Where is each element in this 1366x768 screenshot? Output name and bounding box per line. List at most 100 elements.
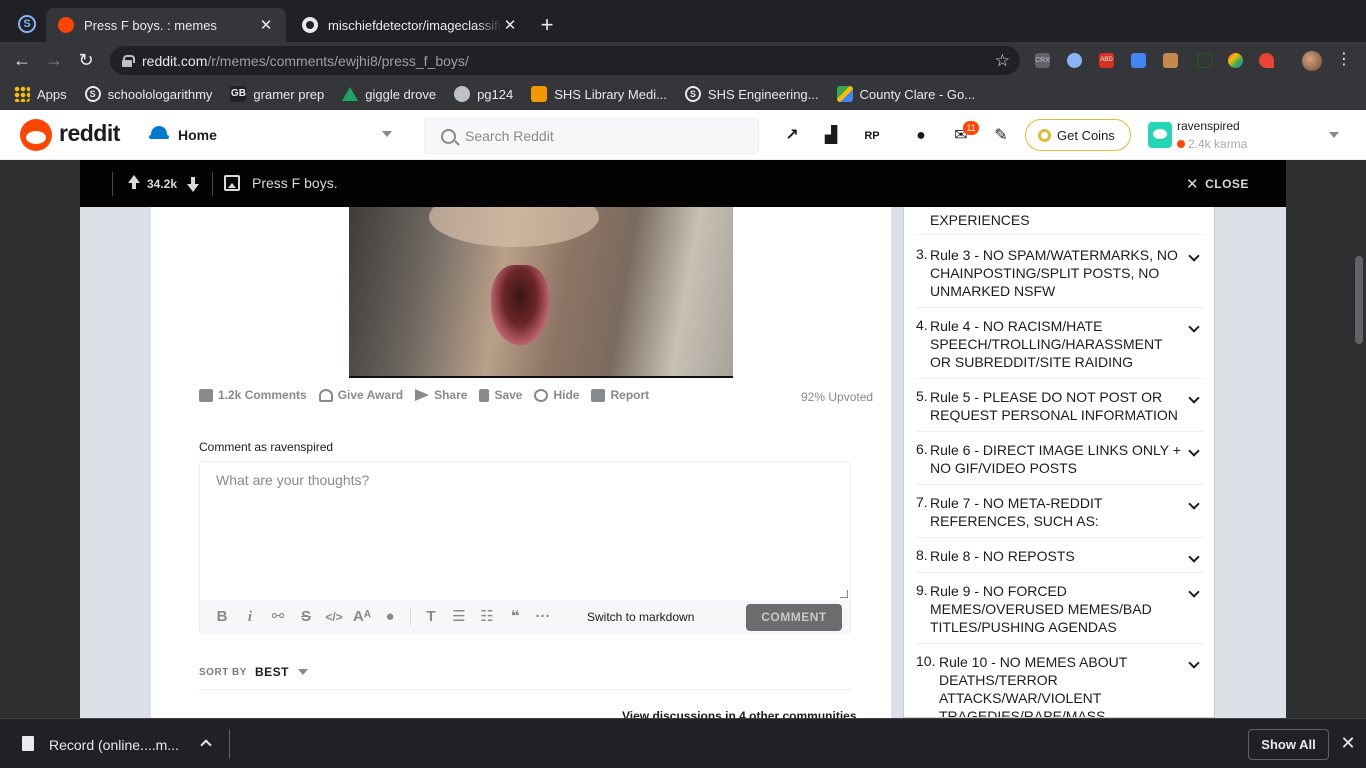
tab-close-icon[interactable]: ✕ — [258, 16, 274, 34]
chevron-down-icon[interactable] — [382, 131, 392, 137]
rule-item[interactable]: 6. Rule 6 - DIRECT IMAGE LINKS ONLY + NO… — [916, 441, 1204, 485]
home-dropdown-label[interactable]: Home — [178, 127, 217, 143]
bookmark-shs-library[interactable]: SHS Library Medi... — [531, 86, 667, 102]
profile-s-icon[interactable]: S — [18, 15, 36, 33]
chevron-down-icon[interactable] — [1188, 321, 1200, 333]
close-button[interactable]: ✕ CLOSE — [1186, 175, 1249, 193]
bookmark-star-icon[interactable]: ☆ — [995, 51, 1010, 71]
red-extension-icon[interactable] — [1259, 53, 1274, 68]
box-extension-icon[interactable] — [1163, 53, 1178, 68]
reddit-wordmark[interactable]: reddit — [59, 120, 120, 147]
page-scrollbar[interactable] — [1352, 160, 1366, 718]
chevron-up-icon[interactable] — [200, 739, 212, 751]
create-post-icon[interactable]: ✎ — [990, 125, 1012, 147]
strikethrough-icon[interactable]: S — [292, 606, 320, 628]
chevron-down-icon[interactable] — [1188, 551, 1200, 563]
profile-avatar[interactable] — [1302, 51, 1322, 71]
switch-to-markdown-link[interactable]: Switch to markdown — [587, 610, 694, 624]
chevron-down-icon[interactable] — [1188, 586, 1200, 598]
sort-value[interactable]: BEST — [255, 665, 289, 679]
address-bar[interactable]: reddit.com/r/memes/comments/ewjhi8/press… — [110, 46, 1020, 75]
bookmark-shs-engineering[interactable]: S SHS Engineering... — [684, 86, 819, 102]
hide-button[interactable]: Hide — [534, 388, 579, 402]
bookmark-schoolologarithmy[interactable]: Sschoolologarithmy — [84, 86, 212, 102]
comment-textarea[interactable] — [200, 462, 850, 600]
italic-icon[interactable]: i — [236, 606, 264, 628]
bookmark-county-clare[interactable]: County Clare - Go... — [836, 86, 975, 102]
heading-icon[interactable]: T — [417, 606, 445, 628]
code-icon[interactable]: </> — [320, 606, 348, 628]
chevron-down-icon[interactable] — [1188, 657, 1200, 669]
leaf-extension-icon[interactable] — [1197, 53, 1212, 68]
chevron-down-icon[interactable] — [1188, 392, 1200, 404]
rule-item[interactable]: EXPERIENCES — [916, 211, 1204, 235]
rule-item[interactable]: 9. Rule 9 - NO FORCED MEMES/OVERUSED MEM… — [916, 582, 1204, 644]
search-input[interactable] — [465, 128, 745, 144]
bookmark-gramer-prep[interactable]: GB gramer prep — [230, 86, 324, 102]
rule-item[interactable]: 10. Rule 10 - NO MEMES ABOUT DEATHS/TERR… — [916, 653, 1204, 717]
url-text[interactable]: reddit.com/r/memes/comments/ewjhi8/press… — [142, 53, 995, 69]
sort-selector[interactable]: SORT BY BEST — [199, 665, 308, 679]
get-coins-button[interactable]: Get Coins — [1025, 119, 1131, 151]
post-image[interactable] — [349, 207, 733, 378]
reload-icon[interactable]: ↻ — [74, 48, 98, 72]
more-icon[interactable]: ··· — [529, 606, 557, 628]
numbered-list-icon[interactable]: ☷ — [473, 606, 501, 628]
abd-extension-icon[interactable]: ABD — [1099, 53, 1114, 68]
comment-button[interactable]: COMMENT — [746, 604, 842, 631]
reddit-logo-icon[interactable] — [20, 119, 52, 151]
forward-arrow-icon[interactable]: → — [42, 48, 66, 72]
bookmark-giggle-drove[interactable]: giggle drove — [342, 87, 436, 102]
link-icon[interactable]: ⚯ — [264, 606, 292, 628]
tab-extension-icon[interactable] — [1131, 53, 1146, 68]
chat-icon[interactable]: ● — [910, 125, 932, 147]
chevron-down-icon[interactable] — [1188, 498, 1200, 510]
owl-extension-icon[interactable] — [1067, 53, 1082, 68]
bookmark-apps[interactable]: Apps — [14, 86, 67, 102]
new-tab-plus-icon[interactable]: + — [536, 12, 558, 38]
username[interactable]: ravenspired — [1177, 119, 1240, 133]
rule-item[interactable]: 8. Rule 8 - NO REPOSTS — [916, 547, 1204, 573]
quote-icon[interactable]: ❝ — [501, 606, 529, 628]
comments-button[interactable]: 1.2k Comments — [199, 388, 307, 402]
bulleted-list-icon[interactable]: ☰ — [445, 606, 473, 628]
bold-icon[interactable]: B — [208, 606, 236, 628]
chrome-menu-icon[interactable]: ⋮ — [1336, 50, 1352, 70]
other-communities-link[interactable]: View discussions in 4 other communities — [622, 709, 857, 718]
back-arrow-icon[interactable]: ← — [10, 48, 34, 72]
search-box[interactable] — [424, 118, 759, 154]
trending-icon[interactable]: ↗ — [781, 125, 803, 147]
rpan-icon[interactable]: RP — [861, 125, 883, 147]
share-button[interactable]: Share — [415, 388, 467, 402]
give-award-button[interactable]: Give Award — [318, 388, 403, 402]
tab-reddit[interactable]: Press F boys. : memes ✕ — [46, 8, 286, 42]
report-button[interactable]: Report — [591, 388, 649, 402]
leaderboard-icon[interactable]: ▟ — [820, 125, 842, 147]
bookmark-pg124[interactable]: pg124 — [454, 86, 513, 102]
downvote-arrow-icon[interactable] — [187, 184, 199, 192]
rule-item[interactable]: 3. Rule 3 - NO SPAM/WATERMARKS, NO CHAIN… — [916, 246, 1204, 308]
rule-item[interactable]: 5. Rule 5 - PLEASE DO NOT POST OR REQUES… — [916, 388, 1204, 432]
show-all-button[interactable]: Show All — [1248, 729, 1329, 760]
chevron-down-icon[interactable] — [297, 669, 308, 675]
rule-item[interactable]: 7. Rule 7 - NO META-REDDIT REFERENCES, S… — [916, 494, 1204, 538]
tab-github[interactable]: mischiefdetector/imageclassifi ✕ — [290, 8, 530, 42]
chevron-down-icon[interactable] — [1188, 445, 1200, 457]
user-avatar[interactable] — [1148, 122, 1172, 148]
resize-handle-icon[interactable] — [840, 590, 848, 598]
save-button[interactable]: Save — [479, 388, 522, 402]
user-menu-chevron-icon[interactable] — [1329, 132, 1339, 138]
close-icon[interactable]: ✕ — [1340, 733, 1356, 754]
home-icon[interactable] — [149, 126, 169, 144]
crx-extension-icon[interactable]: CRX — [1035, 53, 1050, 68]
chevron-down-icon[interactable] — [1188, 250, 1200, 262]
comment-icon — [199, 388, 213, 402]
comment-as-username[interactable]: ravenspired — [270, 440, 333, 454]
download-file-name[interactable]: Record (online....m... — [49, 737, 179, 753]
color-extension-icon[interactable] — [1228, 53, 1243, 68]
scrollbar-thumb[interactable] — [1355, 256, 1363, 344]
spoiler-icon[interactable]: ● — [376, 606, 404, 628]
superscript-icon[interactable]: Aᴬ — [348, 606, 376, 628]
tab-close-icon[interactable]: ✕ — [502, 16, 518, 34]
rule-item[interactable]: 4. Rule 4 - NO RACISM/HATE SPEECH/TROLLI… — [916, 317, 1204, 379]
